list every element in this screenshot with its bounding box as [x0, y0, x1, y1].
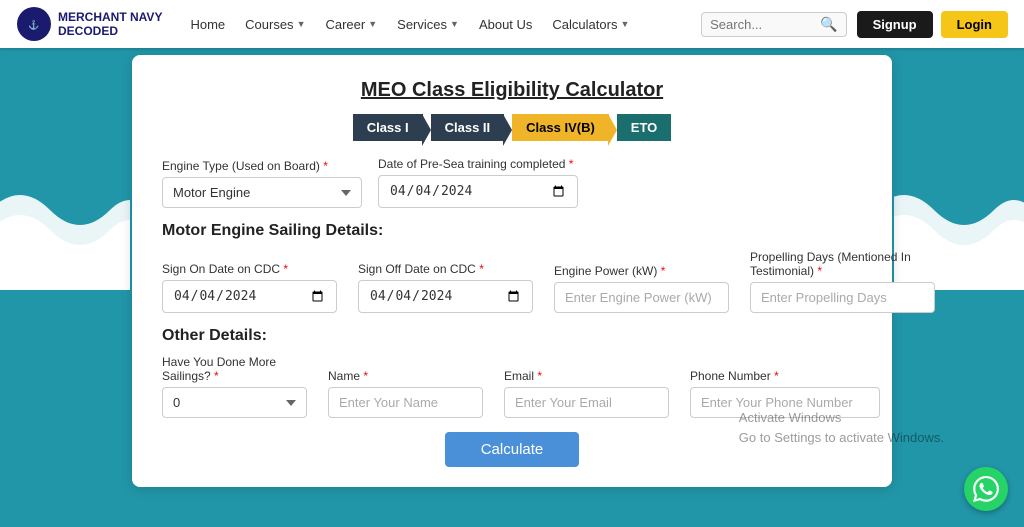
- sailings-select[interactable]: 0 1 2: [162, 387, 307, 418]
- nav-courses[interactable]: Courses▼: [237, 13, 313, 36]
- engine-type-group: Engine Type (Used on Board) * Motor Engi…: [162, 159, 362, 208]
- sailing-row: Sign On Date on CDC * Sign Off Date on C…: [162, 250, 862, 313]
- whatsapp-button[interactable]: [964, 467, 1008, 511]
- propelling-group: Propelling Days (Mentioned In Testimonia…: [750, 250, 950, 313]
- calculator-title: MEO Class Eligibility Calculator: [162, 79, 862, 102]
- sign-off-input[interactable]: [358, 280, 533, 313]
- logo[interactable]: ⚓ MERCHANT NAVY DECODED: [16, 6, 162, 42]
- calculator-card: MEO Class Eligibility Calculator Class I…: [132, 55, 892, 487]
- tab-class-2[interactable]: Class II: [431, 114, 505, 141]
- propelling-input[interactable]: [750, 282, 935, 313]
- phone-input[interactable]: [690, 387, 880, 418]
- signup-button[interactable]: Signup: [857, 11, 933, 38]
- engine-type-select[interactable]: Motor Engine: [162, 177, 362, 208]
- sign-off-group: Sign Off Date on CDC *: [358, 262, 538, 313]
- sign-on-input[interactable]: [162, 280, 337, 313]
- name-group: Name *: [328, 369, 488, 418]
- phone-group: Phone Number *: [690, 369, 890, 418]
- sign-on-group: Sign On Date on CDC *: [162, 262, 342, 313]
- email-label: Email *: [504, 369, 674, 383]
- tab-class-4b[interactable]: Class IV(B): [512, 114, 609, 141]
- courses-caret: ▼: [297, 19, 306, 29]
- engine-power-label: Engine Power (kW) *: [554, 264, 734, 278]
- nav-calculators[interactable]: Calculators▼: [544, 13, 637, 36]
- name-label: Name *: [328, 369, 488, 383]
- nav-home[interactable]: Home: [182, 13, 233, 36]
- engine-power-group: Engine Power (kW) *: [554, 264, 734, 313]
- name-input[interactable]: [328, 387, 483, 418]
- propelling-label: Propelling Days (Mentioned In Testimonia…: [750, 250, 950, 278]
- calc-caret: ▼: [620, 19, 629, 29]
- engine-type-label: Engine Type (Used on Board) *: [162, 159, 362, 173]
- wave-left: [0, 170, 130, 290]
- engine-power-input[interactable]: [554, 282, 729, 313]
- engine-date-row: Engine Type (Used on Board) * Motor Engi…: [162, 157, 862, 208]
- whatsapp-icon: [973, 476, 999, 502]
- search-input[interactable]: [710, 17, 820, 32]
- login-button[interactable]: Login: [941, 11, 1008, 38]
- class-tabs: Class I Class II Class IV(B) ETO: [162, 114, 862, 141]
- navbar: ⚓ MERCHANT NAVY DECODED Home Courses▼ Ca…: [0, 0, 1024, 48]
- phone-label: Phone Number *: [690, 369, 890, 383]
- sailings-group: Have You Done More Sailings? * 0 1 2: [162, 355, 312, 418]
- email-group: Email *: [504, 369, 674, 418]
- calculate-button[interactable]: Calculate: [445, 432, 580, 467]
- nav-about[interactable]: About Us: [471, 13, 540, 36]
- nav-links: Home Courses▼ Career▼ Services▼ About Us…: [182, 13, 701, 36]
- nav-services[interactable]: Services▼: [389, 13, 467, 36]
- calculate-row: Calculate: [162, 432, 862, 467]
- tab-class-1[interactable]: Class I: [353, 114, 423, 141]
- logo-text: MERCHANT NAVY DECODED: [58, 10, 162, 39]
- presea-date-group: Date of Pre-Sea training completed *: [378, 157, 598, 208]
- email-input[interactable]: [504, 387, 669, 418]
- career-caret: ▼: [368, 19, 377, 29]
- presea-date-label: Date of Pre-Sea training completed *: [378, 157, 598, 171]
- presea-date-input[interactable]: [378, 175, 578, 208]
- sign-off-label: Sign Off Date on CDC *: [358, 262, 538, 276]
- other-details-title: Other Details:: [162, 327, 862, 345]
- logo-icon: ⚓: [16, 6, 52, 42]
- nav-career[interactable]: Career▼: [317, 13, 385, 36]
- tab-eto[interactable]: ETO: [617, 114, 672, 141]
- other-details-row: Have You Done More Sailings? * 0 1 2 Nam…: [162, 355, 862, 418]
- svg-text:⚓: ⚓: [28, 19, 39, 30]
- sailing-details-title: Motor Engine Sailing Details:: [162, 222, 862, 240]
- sign-on-label: Sign On Date on CDC *: [162, 262, 342, 276]
- services-caret: ▼: [450, 19, 459, 29]
- sailings-label: Have You Done More Sailings? *: [162, 355, 312, 383]
- search-button[interactable]: 🔍: [820, 16, 837, 33]
- search-box: 🔍: [701, 12, 846, 37]
